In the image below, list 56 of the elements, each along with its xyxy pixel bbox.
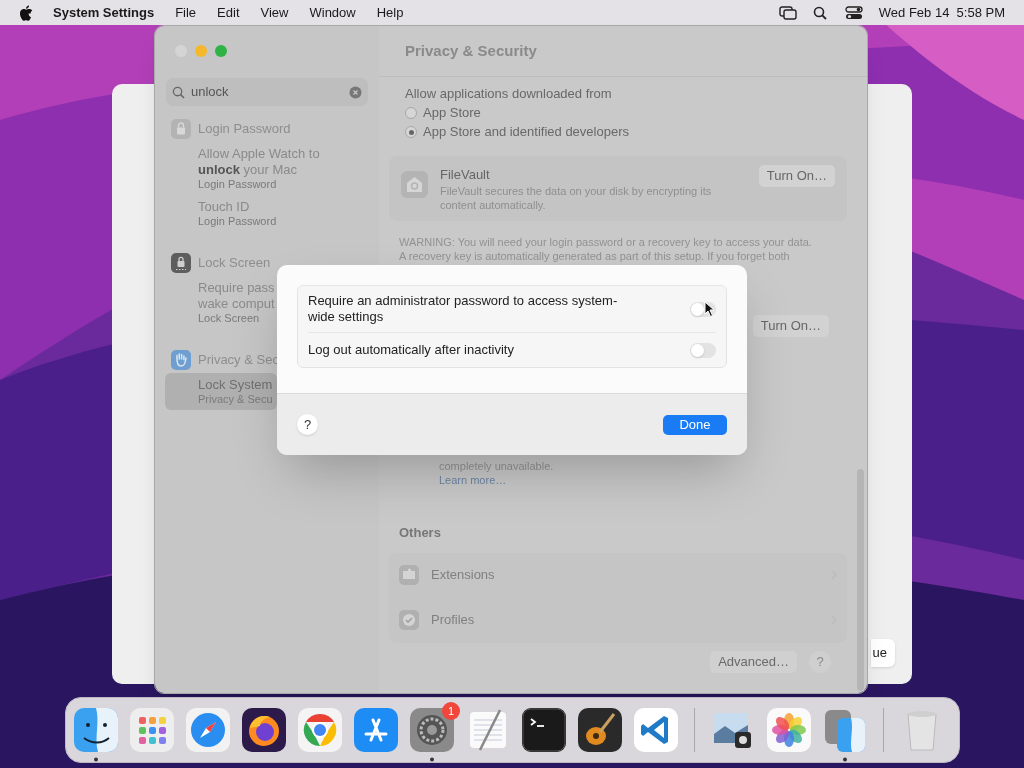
radio-button[interactable] (405, 126, 417, 138)
toggle-switch[interactable] (690, 342, 716, 358)
search-result-subtitle: Login Password (198, 215, 278, 228)
advanced-button[interactable]: Advanced… (710, 650, 797, 673)
help-button[interactable]: ? (297, 414, 318, 435)
radio-button[interactable] (405, 107, 417, 119)
search-result-subtitle: Login Password (198, 178, 278, 191)
screen-mirroring-icon[interactable] (778, 5, 797, 20)
search-field[interactable]: unlock (166, 78, 368, 106)
notification-badge: 1 (442, 702, 460, 720)
hand-icon (171, 350, 191, 370)
mouse-pointer-icon (704, 301, 715, 318)
search-result-title: Touch ID (198, 199, 251, 215)
help-button[interactable]: ? (809, 650, 831, 673)
learn-more-link[interactable]: Learn more… (439, 473, 847, 487)
filevault-title: FileVault (440, 165, 491, 184)
search-result[interactable]: Allow Apple Watch to unlock your Mac Login Password (165, 142, 369, 195)
house-icon (401, 170, 428, 198)
radio-label: App Store (423, 104, 481, 123)
apple-logo-icon[interactable] (19, 4, 33, 21)
section-label: Allow applications downloaded from (405, 85, 613, 103)
menu-clock[interactable]: Wed Feb 14 5:58 PM (878, 2, 1005, 23)
check-badge-icon (399, 610, 419, 630)
turn-on-button[interactable]: Turn On… (752, 315, 829, 337)
toggle-label: Require an administrator password to access system-wide settings (308, 293, 619, 325)
search-result[interactable]: Touch ID Login Password (165, 195, 369, 232)
section-heading: Others (398, 524, 442, 542)
search-icon (172, 85, 185, 99)
search-result-title: Require pass wake comput (198, 280, 276, 312)
settings-row[interactable]: Extensions (399, 552, 837, 598)
search-result[interactable]: Require pass wake comput Lock Screen (165, 276, 277, 329)
menu-app-name[interactable]: System Settings (53, 2, 155, 23)
clear-search-icon[interactable] (349, 85, 362, 99)
gear-icon[interactable] (410, 708, 454, 762)
menu-item[interactable]: File (175, 2, 197, 23)
puzzle-icon (399, 565, 419, 585)
done-button[interactable]: Done (663, 414, 727, 435)
lock-screen-icon (171, 253, 191, 273)
window-title: Privacy & Security (405, 40, 537, 61)
search-result-title: Allow Apple Watch to unlock your Mac (198, 146, 321, 178)
menu-item[interactable]: Edit (217, 2, 240, 23)
search-result-subtitle: Lock Screen (198, 312, 261, 325)
control-center-icon[interactable] (844, 5, 863, 20)
menu-item[interactable]: Window (309, 2, 356, 23)
radio-label: App Store and identified developers (423, 123, 629, 142)
menu-item[interactable]: View (260, 2, 289, 23)
lock-icon (171, 119, 191, 139)
scrollbar[interactable] (857, 469, 864, 691)
turn-on-button[interactable]: Turn On… (758, 164, 835, 187)
search-icon[interactable] (812, 5, 827, 20)
search-result-title: Lock System (198, 377, 274, 393)
settings-row[interactable]: Profiles (399, 597, 837, 643)
continue-button[interactable]: ue (870, 639, 895, 667)
menu-item[interactable]: Help (376, 2, 404, 23)
toggle-label: Log out automatically after inactivity (308, 342, 515, 358)
face-icon[interactable] (74, 708, 118, 762)
